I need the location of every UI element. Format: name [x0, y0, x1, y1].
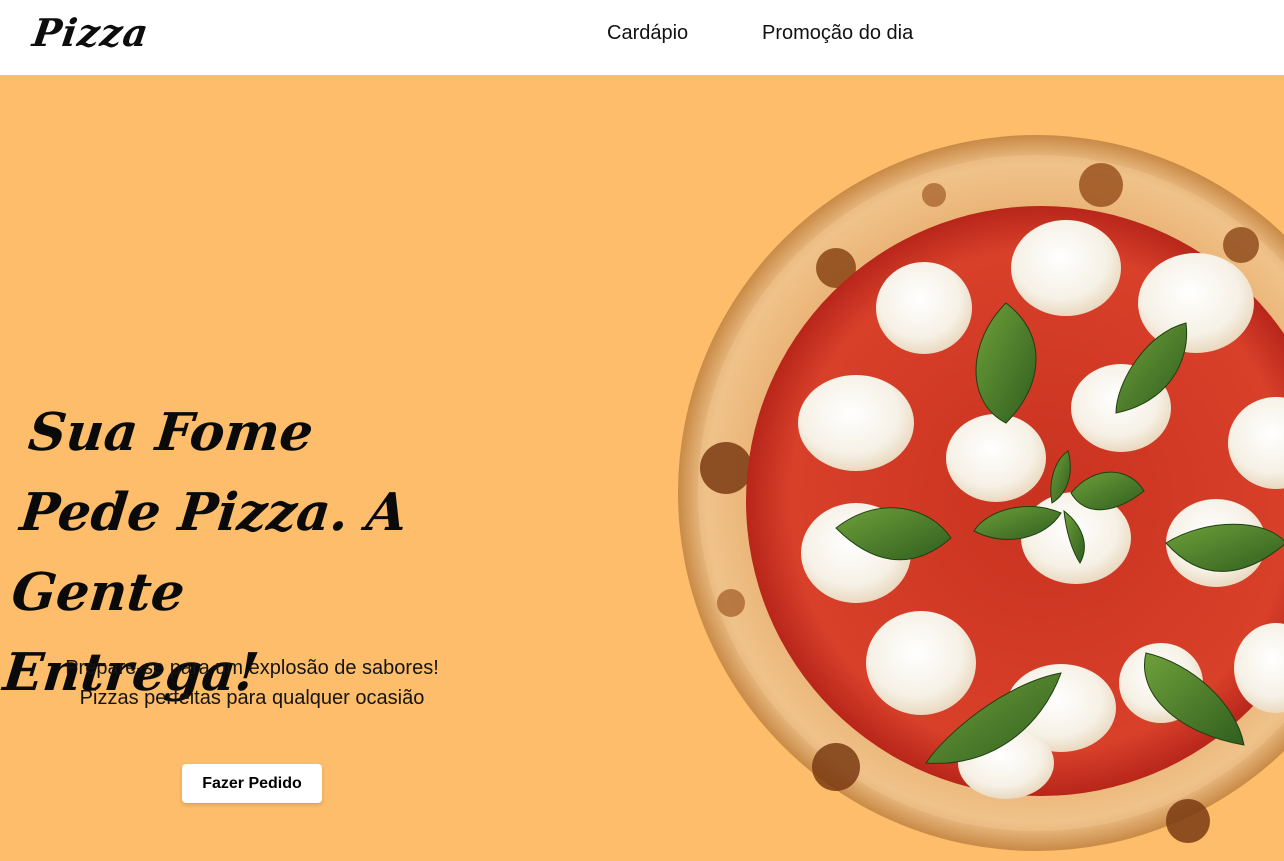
hero-section: Sua Fome Pede Pizza. A Gente Entrega! Pr… [0, 75, 1284, 861]
nav-link-cardapio[interactable]: Cardápio [607, 22, 688, 45]
order-button[interactable]: Fazer Pedido [182, 764, 322, 803]
nav-link-promocao[interactable]: Promoção do dia [762, 22, 913, 45]
site-header: Pizza Cardápio Promoção do dia [0, 0, 1284, 75]
pizza-image [676, 133, 1284, 853]
hero-subtitle: Prepare-se para um explosão de sabores! … [65, 657, 439, 709]
main-nav: Cardápio Promoção do dia [0, 0, 1284, 75]
